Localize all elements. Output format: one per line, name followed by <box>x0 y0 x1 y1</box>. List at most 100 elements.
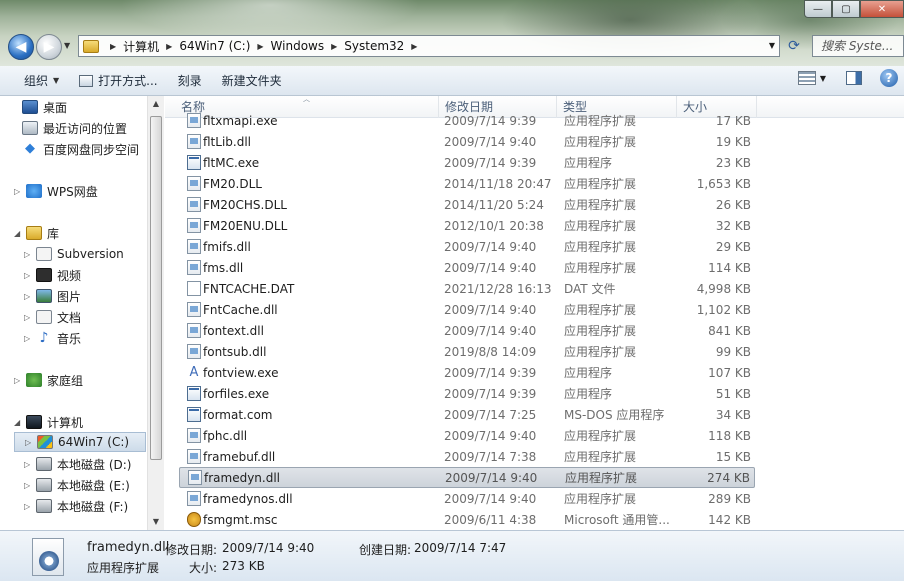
burn-button[interactable]: 刻录 <box>168 68 212 94</box>
collapse-icon[interactable]: ◢ <box>14 418 24 427</box>
navigation-scrollbar[interactable]: ▲ ▼ <box>147 96 164 530</box>
nav-item-baidu[interactable]: ◆ 百度网盘同步空间 <box>22 139 139 159</box>
nav-item-label: 64Win7 (C:) <box>58 435 130 449</box>
table-row[interactable]: FntCache.dll 2009/7/14 9:40 应用程序扩展 1,102 KB <box>179 299 755 320</box>
expand-icon[interactable]: ▷ <box>14 376 24 385</box>
table-row[interactable]: FM20.DLL 2014/11/18 20:47 应用程序扩展 1,653 KB <box>179 173 755 194</box>
maximize-button[interactable]: ▢ <box>832 0 860 18</box>
refresh-icon[interactable]: ⟳ <box>785 37 803 55</box>
nav-item-music[interactable]: ▷ ♪ 音乐 <box>24 328 81 348</box>
table-row[interactable]: fphc.dll 2009/7/14 9:40 应用程序扩展 118 KB <box>179 425 755 446</box>
table-row[interactable]: forfiles.exe 2009/7/14 9:39 应用程序 51 KB <box>179 383 755 404</box>
nav-item-drive-d[interactable]: ▷ 本地磁盘 (D:) <box>24 454 131 474</box>
nav-item-wps[interactable]: ▷ WPS网盘 <box>14 181 98 201</box>
expand-icon[interactable]: ▷ <box>24 250 34 259</box>
table-row[interactable]: FM20ENU.DLL 2012/10/1 20:38 应用程序扩展 32 KB <box>179 215 755 236</box>
table-row[interactable]: framedynos.dll 2009/7/14 9:40 应用程序扩展 289 KB <box>179 488 755 509</box>
expand-icon[interactable]: ▷ <box>24 292 34 301</box>
table-row[interactable]: format.com 2009/7/14 7:25 MS-DOS 应用程序 34 KB <box>179 404 755 425</box>
chevron-down-icon[interactable]: ▼ <box>820 74 826 83</box>
burn-label: 刻录 <box>177 74 202 88</box>
file-size: 142 KB <box>708 512 751 527</box>
nav-item-label: WPS网盘 <box>47 184 98 199</box>
file-date: 2009/7/14 9:40 <box>444 134 537 149</box>
address-dropdown[interactable]: ▼ <box>769 41 775 50</box>
command-bar: 组织 ▼ 打开方式... 刻录 新建文件夹 ▼ ? <box>0 66 904 96</box>
scroll-up-icon[interactable]: ▲ <box>148 96 164 112</box>
expand-icon[interactable]: ▷ <box>24 313 34 322</box>
scroll-down-icon[interactable]: ▼ <box>148 514 164 530</box>
file-size: 51 KB <box>715 386 751 401</box>
search-input[interactable]: 搜索 Syste... <box>812 35 904 57</box>
forward-button[interactable]: ▶ <box>36 34 62 60</box>
nav-item-drive-f[interactable]: ▷ 本地磁盘 (F:) <box>24 496 128 516</box>
expand-icon[interactable]: ▷ <box>24 502 34 511</box>
expand-icon[interactable]: ▷ <box>25 438 35 447</box>
breadcrumb-drive-c[interactable]: 64Win7 (C:) <box>179 39 250 53</box>
expand-icon[interactable]: ▷ <box>24 334 34 343</box>
file-date: 2009/7/14 9:39 <box>444 113 537 128</box>
preview-pane-icon[interactable] <box>846 71 862 85</box>
new-folder-button[interactable]: 新建文件夹 <box>212 68 292 94</box>
minimize-button[interactable]: — <box>804 0 832 18</box>
expand-icon[interactable]: ▷ <box>24 460 34 469</box>
table-row[interactable]: fltxmapi.exe 2009/7/14 9:39 应用程序扩展 17 KB <box>179 110 755 131</box>
chevron-right-icon[interactable]: ▶ <box>331 42 337 51</box>
expand-icon[interactable]: ▷ <box>24 481 34 490</box>
table-row[interactable]: fsmgmt.msc 2009/6/11 4:38 Microsoft 通用管...… <box>179 509 755 530</box>
table-row[interactable]: FM20CHS.DLL 2014/11/20 5:24 应用程序扩展 26 KB <box>179 194 755 215</box>
file-type: 应用程序扩展 <box>564 492 637 506</box>
recent-pages-dropdown[interactable]: ▼ <box>64 41 70 50</box>
library-icon <box>26 226 42 240</box>
table-row[interactable]: fontext.dll 2009/7/14 9:40 应用程序扩展 841 KB <box>179 320 755 341</box>
table-row[interactable]: fltLib.dll 2009/7/14 9:40 应用程序扩展 19 KB <box>179 131 755 152</box>
table-row[interactable]: framedyn.dll 2009/7/14 9:40 应用程序扩展 274 KB <box>179 467 755 488</box>
nav-item-desktop[interactable]: 桌面 <box>22 97 67 117</box>
back-button[interactable]: ◀ <box>8 34 34 60</box>
close-button[interactable]: ✕ <box>860 0 904 18</box>
file-date: 2009/7/14 9:39 <box>444 365 537 380</box>
nav-item-recent[interactable]: 最近访问的位置 <box>22 118 127 138</box>
arrow-left-icon: ◀ <box>15 39 27 55</box>
nav-item-label: 库 <box>47 226 60 241</box>
table-row[interactable]: FNTCACHE.DAT 2021/12/28 16:13 DAT 文件 4,998 … <box>179 278 755 299</box>
table-row[interactable]: framebuf.dll 2009/7/14 7:38 应用程序扩展 15 KB <box>179 446 755 467</box>
address-bar[interactable]: ▶ 计算机 ▶ 64Win7 (C:) ▶ Windows ▶ System32… <box>78 35 780 57</box>
help-icon[interactable]: ? <box>880 69 898 87</box>
table-row[interactable]: Afontview.exe 2009/7/14 9:39 应用程序 107 KB <box>179 362 755 383</box>
table-row[interactable]: fmifs.dll 2009/7/14 9:40 应用程序扩展 29 KB <box>179 236 755 257</box>
open-with-button[interactable]: 打开方式... <box>69 68 167 94</box>
dll-file-icon <box>187 197 201 212</box>
computer-icon <box>26 415 42 429</box>
breadcrumb-system32[interactable]: System32 <box>344 39 404 53</box>
organize-button[interactable]: 组织 ▼ <box>14 68 69 94</box>
breadcrumb-computer[interactable]: 计算机 <box>123 38 159 55</box>
nav-item-documents[interactable]: ▷ 文档 <box>24 307 81 327</box>
nav-item-video[interactable]: ▷ 视频 <box>24 265 81 285</box>
nav-item-drive-e[interactable]: ▷ 本地磁盘 (E:) <box>24 475 130 495</box>
expand-icon[interactable]: ▷ <box>14 187 24 196</box>
table-row[interactable]: fltMC.exe 2009/7/14 9:39 应用程序 23 KB <box>179 152 755 173</box>
title-bar: — ▢ ✕ ◀ ▶ ▼ ▶ 计算机 ▶ 64Win7 (C:) ▶ Window… <box>0 0 904 66</box>
nav-item-drive-c[interactable]: ▷ 64Win7 (C:) <box>14 432 146 452</box>
nav-item-subversion[interactable]: ▷ Subversion <box>24 244 124 264</box>
scrollbar-thumb[interactable] <box>150 116 162 460</box>
expand-icon[interactable]: ▷ <box>24 271 34 280</box>
dll-file-icon <box>32 538 64 576</box>
table-row[interactable]: fontsub.dll 2019/8/8 14:09 应用程序扩展 99 KB <box>179 341 755 362</box>
nav-item-label: 最近访问的位置 <box>43 121 128 136</box>
nav-item-pictures[interactable]: ▷ 图片 <box>24 286 81 306</box>
nav-item-library[interactable]: ◢ 库 <box>14 223 59 243</box>
nav-item-homegroup[interactable]: ▷ 家庭组 <box>14 370 83 390</box>
nav-item-computer[interactable]: ◢ 计算机 <box>14 412 83 432</box>
chevron-right-icon[interactable]: ▶ <box>110 42 116 51</box>
chevron-right-icon[interactable]: ▶ <box>166 42 172 51</box>
file-name: framedyn.dll <box>204 470 281 485</box>
view-icon[interactable] <box>797 71 816 85</box>
breadcrumb-windows[interactable]: Windows <box>271 39 325 53</box>
chevron-right-icon[interactable]: ▶ <box>257 42 263 51</box>
chevron-right-icon[interactable]: ▶ <box>411 42 417 51</box>
collapse-icon[interactable]: ◢ <box>14 229 24 238</box>
table-row[interactable]: fms.dll 2009/7/14 9:40 应用程序扩展 114 KB <box>179 257 755 278</box>
breadcrumb: ▶ 计算机 ▶ 64Win7 (C:) ▶ Windows ▶ System32… <box>103 38 424 55</box>
